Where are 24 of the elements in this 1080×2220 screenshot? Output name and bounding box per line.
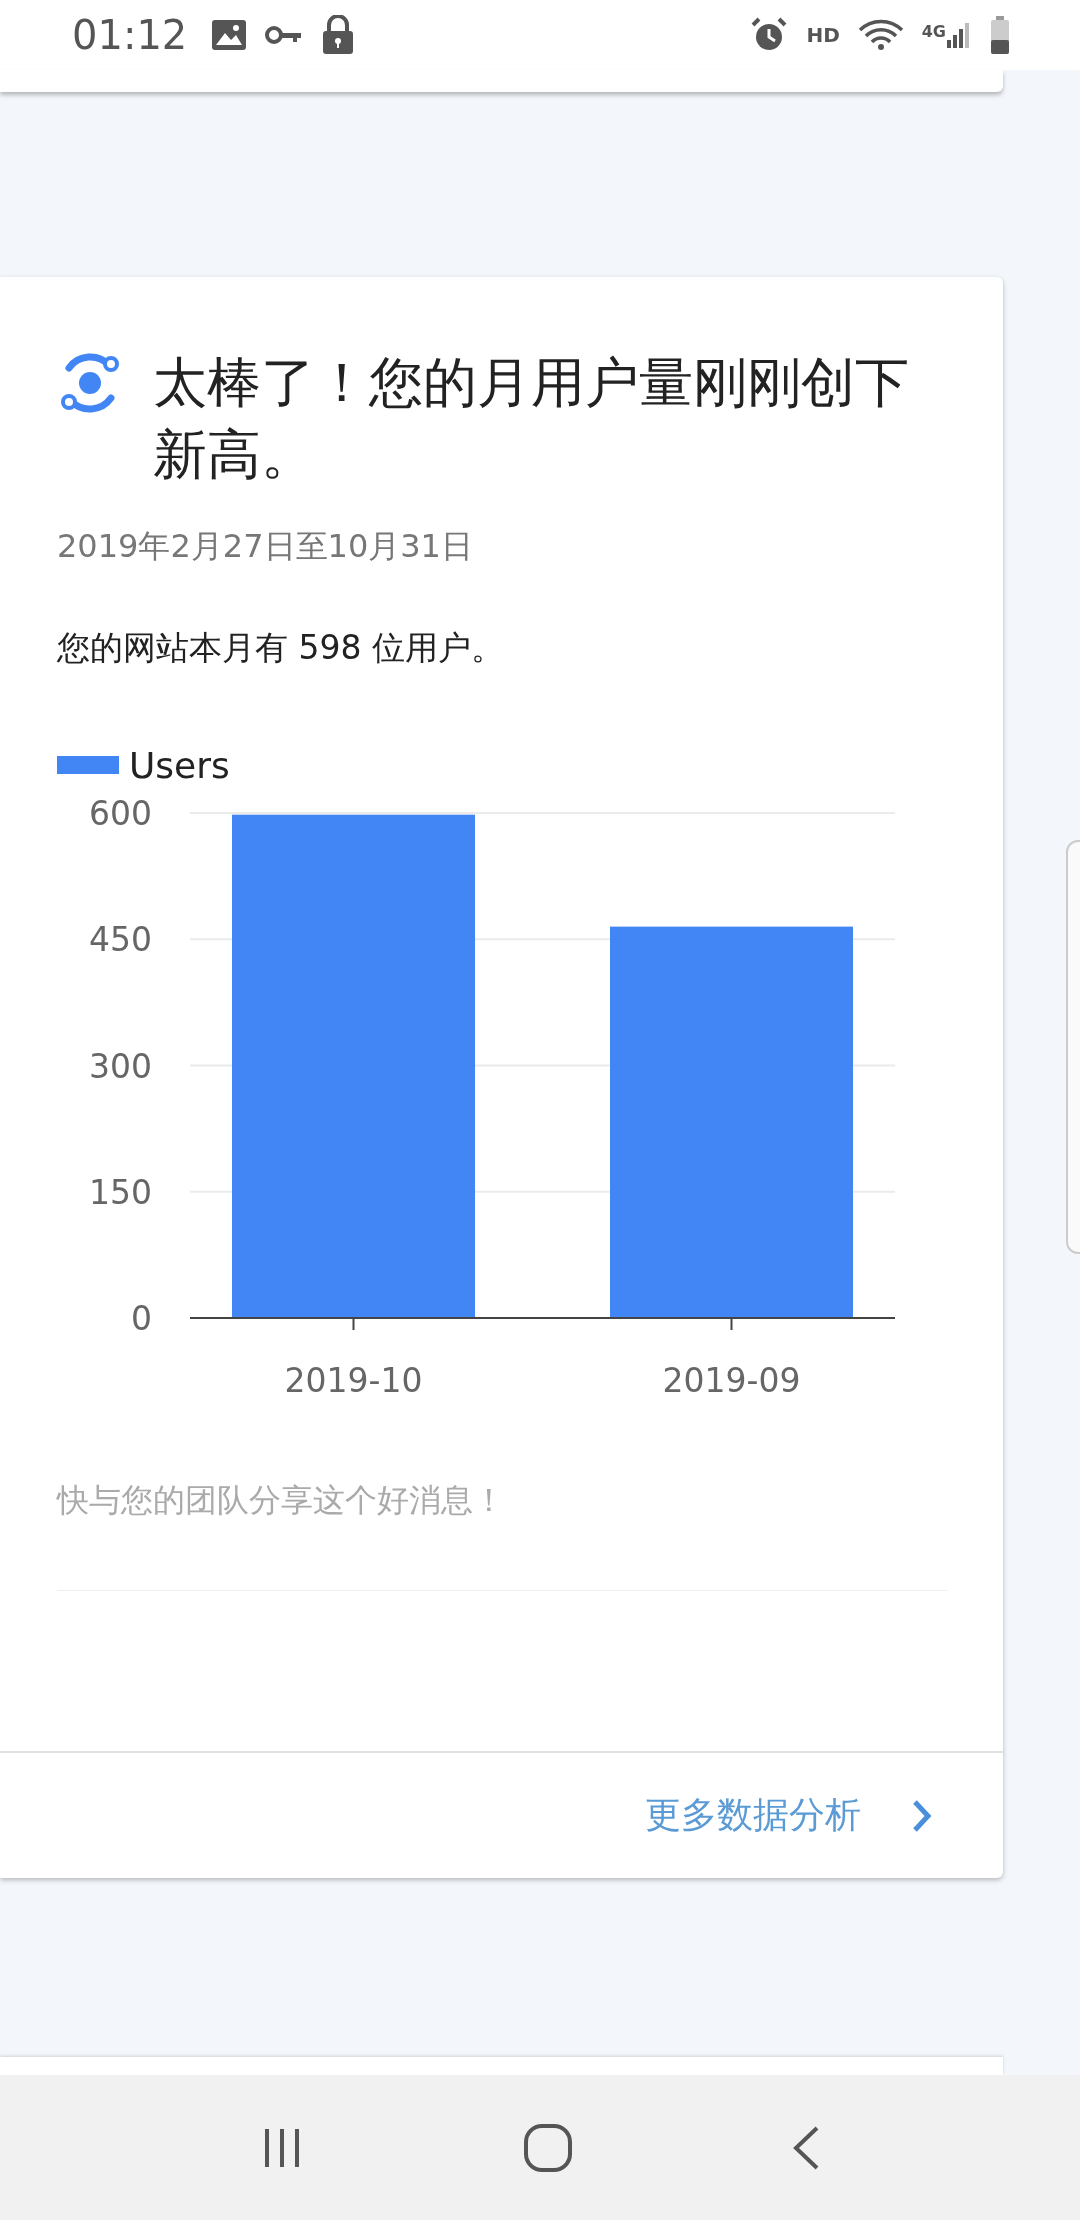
hd-label: HD [806, 23, 840, 47]
image-icon [211, 19, 248, 51]
card-title: 太棒了！您的月用户量刚刚创下新高。 [153, 350, 910, 488]
signal-icon [946, 22, 972, 48]
wifi-icon [857, 18, 904, 52]
clock-time: 01:12 [72, 12, 188, 58]
y-tick-label: 0 [131, 1299, 152, 1338]
back-icon[interactable] [791, 2124, 821, 2171]
battery-icon [990, 16, 1010, 54]
lock-icon [321, 15, 356, 55]
y-tick-label: 450 [89, 920, 152, 960]
more-analytics-link[interactable]: 更多数据分析 [645, 1791, 861, 1840]
y-tick-label: 300 [89, 1046, 152, 1086]
y-tick-label: 600 [89, 795, 152, 833]
home-icon[interactable] [523, 2122, 573, 2173]
summary-text: 您的网站本月有 598 位用户。 [57, 627, 505, 669]
x-tick-label: 2019-09 [662, 1361, 801, 1400]
share-note: 快与您的团队分享这个好消息！ [57, 1480, 506, 1521]
date-range: 2019年2月27日至10月31日 [57, 526, 474, 567]
x-tick-label: 2019-10 [284, 1361, 423, 1400]
y-tick-label: 150 [89, 1172, 152, 1212]
key-icon [265, 25, 304, 45]
legend-label: Users [129, 744, 230, 786]
network-label: 4G [921, 22, 946, 41]
